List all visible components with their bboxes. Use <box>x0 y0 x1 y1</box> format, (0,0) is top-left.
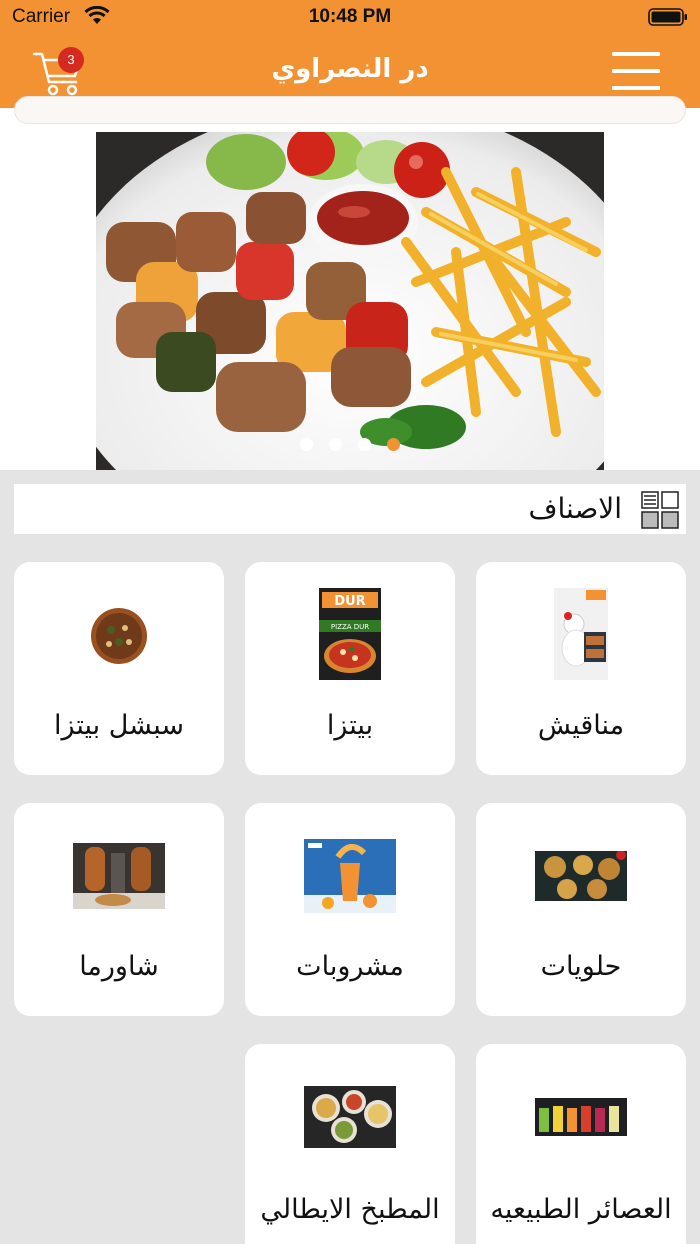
search-strip <box>0 96 700 134</box>
category-card-pizza[interactable]: DUR PIZZA DUR بيتزا <box>245 562 455 775</box>
carousel-dot[interactable] <box>387 438 400 451</box>
special-pizza-thumbnail <box>91 608 147 664</box>
carousel-dot[interactable] <box>300 438 313 451</box>
manakish-thumbnail <box>554 588 608 680</box>
juices-thumbnail <box>535 1098 627 1136</box>
categories-section-title: الاصناف <box>528 492 622 525</box>
category-card-natural-juices[interactable]: العصائر الطبيعيه <box>476 1044 686 1244</box>
category-card-italian-kitchen[interactable]: المطبخ الايطالي <box>245 1044 455 1244</box>
category-card-shawarma[interactable]: شاورما <box>14 803 224 1016</box>
drinks-thumbnail <box>304 839 396 913</box>
category-card-special-pizza[interactable]: سبشل بيتزا <box>14 562 224 775</box>
battery-icon <box>648 8 687 26</box>
banner-food-image <box>96 132 604 470</box>
grid-view-icon[interactable] <box>640 490 680 530</box>
categories-section-header: الاصناف <box>14 484 686 534</box>
svg-text:DUR: DUR <box>334 594 365 609</box>
sweets-thumbnail <box>535 851 627 901</box>
category-card-drinks[interactable]: مشروبات <box>245 803 455 1016</box>
category-label: المطبخ الايطالي <box>260 1194 440 1225</box>
search-bar[interactable] <box>14 96 686 124</box>
clock: 10:48 PM <box>308 6 392 27</box>
category-label: حلويات <box>540 951 622 982</box>
carousel-dots <box>0 438 700 451</box>
carousel-dot[interactable] <box>329 438 342 451</box>
category-label: بيتزا <box>326 710 374 741</box>
banner-carousel[interactable] <box>0 132 700 470</box>
shawarma-thumbnail <box>73 843 165 909</box>
italian-kitchen-thumbnail <box>304 1086 396 1148</box>
svg-text:PIZZA DUR: PIZZA DUR <box>331 623 369 631</box>
category-label: العصائر الطبيعيه <box>490 1194 672 1225</box>
pizza-thumbnail: DUR PIZZA DUR <box>319 588 381 680</box>
category-card-sweets[interactable]: حلويات <box>476 803 686 1016</box>
category-label: سبشل بيتزا <box>53 710 185 741</box>
category-card-manakish[interactable]: مناقيش <box>476 562 686 775</box>
status-bar: Carrier 10:48 PM <box>0 0 700 36</box>
hamburger-menu-icon[interactable] <box>612 50 662 94</box>
category-label: مناقيش <box>537 710 625 741</box>
app-title: در النصراوي <box>271 54 429 84</box>
category-label: شاورما <box>79 951 159 982</box>
category-label: مشروبات <box>296 951 404 982</box>
carousel-dot[interactable] <box>358 438 371 451</box>
